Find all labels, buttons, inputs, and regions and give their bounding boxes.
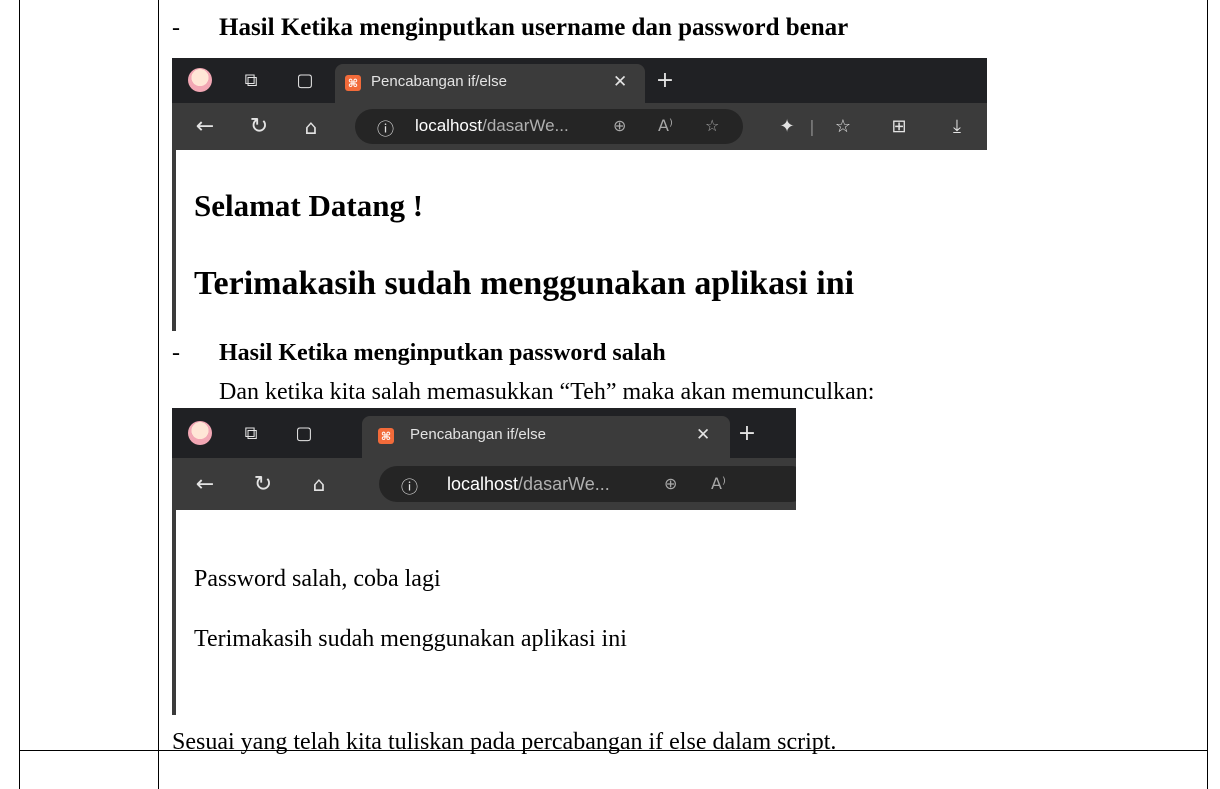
zoom-icon[interactable]: ⊕	[613, 116, 626, 135]
welcome-heading: Selamat Datang !	[194, 188, 424, 223]
collections-icon[interactable]: ⊞	[884, 103, 914, 150]
extensions-icon[interactable]: ✦	[772, 103, 802, 150]
separator: |	[809, 117, 815, 136]
zoom-icon[interactable]: ⊕	[664, 474, 677, 493]
read-aloud-icon[interactable]: A⁾	[711, 474, 726, 493]
favorites-icon[interactable]: ☆	[828, 103, 858, 150]
tab-active[interactable]: ⌘ Pencabangan if/else ✕	[362, 416, 730, 458]
content-edge	[172, 510, 176, 715]
favorite-star-icon[interactable]: ☆	[705, 116, 719, 135]
tab-title: Pencabangan if/else	[371, 73, 507, 90]
bullet-dash: -	[172, 340, 180, 366]
url-text: localhost/dasarWe...	[447, 474, 610, 494]
section-heading: Hasil Ketika menginputkan password salah	[219, 340, 666, 366]
plus-icon[interactable]: +	[732, 408, 762, 458]
table-left-border	[19, 0, 20, 789]
refresh-icon[interactable]: ↻	[248, 458, 278, 510]
tab-actions-icon[interactable]: ▢	[289, 408, 319, 458]
content-edge	[172, 150, 176, 331]
read-aloud-icon[interactable]: A⁾	[658, 116, 673, 135]
download-icon[interactable]: ⤓	[942, 103, 972, 150]
tab-active[interactable]: ⌘ Pencabangan if/else ✕	[335, 64, 645, 103]
error-message: Password salah, coba lagi	[194, 566, 441, 592]
xampp-favicon-icon: ⌘	[378, 428, 394, 444]
table-column-divider	[158, 0, 159, 789]
close-icon[interactable]: ✕	[613, 72, 627, 92]
conclusion-text: Sesuai yang telah kita tuliskan pada per…	[172, 729, 837, 755]
browser-screenshot: ⧉ ▢ ⌘ Pencabangan if/else ✕ + ← ↻ ⌂ ⓘ lo…	[172, 408, 796, 715]
section-heading: Hasil Ketika menginputkan username dan p…	[219, 14, 849, 41]
arrow-left-icon[interactable]: ←	[190, 458, 220, 510]
bullet-dash: -	[172, 15, 180, 41]
xampp-favicon-icon: ⌘	[345, 75, 361, 91]
info-icon[interactable]: ⓘ	[377, 115, 394, 140]
browser-screenshot: ⧉ ▢ ⌘ Pencabangan if/else ✕ + ← ↻ ⌂ ⓘ lo…	[172, 58, 987, 331]
thanks-heading: Terimakasih sudah menggunakan aplikasi i…	[194, 265, 855, 302]
thanks-message: Terimakasih sudah menggunakan aplikasi i…	[194, 626, 627, 652]
profile-avatar[interactable]	[188, 421, 212, 445]
address-bar[interactable]: ⓘ localhost/dasarWe... ⊕ A⁾ ☆	[355, 109, 743, 144]
workspaces-icon[interactable]: ⧉	[236, 58, 266, 103]
description-text: Dan ketika kita salah memasukkan “Teh” m…	[219, 379, 875, 405]
address-bar[interactable]: ⓘ localhost/dasarWe... ⊕ A⁾	[379, 466, 796, 502]
table-right-border	[1207, 0, 1208, 789]
tab-actions-icon[interactable]: ▢	[290, 58, 320, 103]
workspaces-icon[interactable]: ⧉	[236, 408, 266, 458]
profile-avatar[interactable]	[188, 68, 212, 92]
info-icon[interactable]: ⓘ	[401, 473, 418, 498]
url-text: localhost/dasarWe...	[415, 116, 569, 135]
close-icon[interactable]: ✕	[696, 425, 710, 445]
tab-title: Pencabangan if/else	[410, 426, 546, 443]
plus-icon[interactable]: +	[650, 58, 680, 103]
home-icon[interactable]: ⌂	[304, 458, 334, 510]
